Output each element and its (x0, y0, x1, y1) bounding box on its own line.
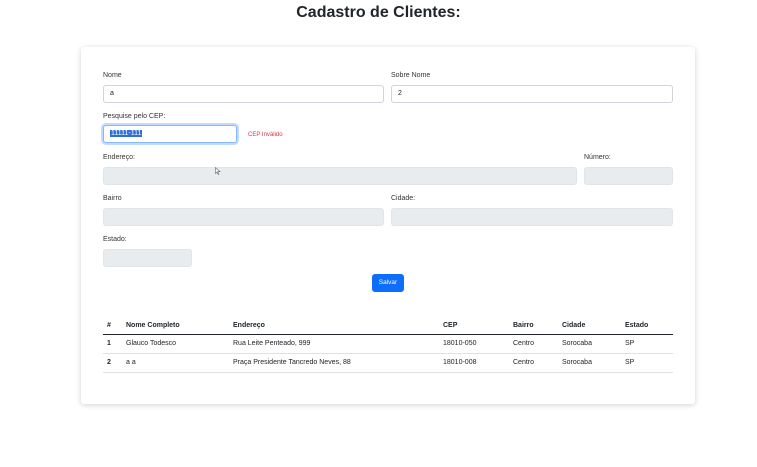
endereco-label: Endereço: (103, 154, 135, 161)
cell-endereco: Praça Presidente Tancredo Neves, 88 (229, 353, 439, 373)
save-button[interactable]: Salvar (372, 274, 404, 292)
cell-endereco: Rua Leite Penteado, 999 (229, 334, 439, 354)
clients-table: # Nome Completo Endereço CEP Bairro Cida… (103, 318, 673, 373)
endereco-input[interactable] (103, 167, 577, 185)
cell-estado: SP (621, 334, 673, 354)
cell-index: 2 (103, 353, 122, 373)
table-row: 2 a a Praça Presidente Tancredo Neves, 8… (103, 353, 673, 373)
col-header-bairro: Bairro (509, 318, 558, 335)
table-row: 1 Glauco Todesco Rua Leite Penteado, 999… (103, 334, 673, 354)
mouse-pointer-icon (215, 167, 221, 175)
col-header-cep: CEP (439, 318, 509, 335)
cell-bairro: Centro (509, 334, 558, 354)
cell-cidade: Sorocaba (558, 334, 621, 354)
sobrenome-input[interactable]: 2 (391, 85, 673, 103)
cidade-label: Cidade: (391, 195, 416, 202)
cell-cidade: Sorocaba (558, 353, 621, 373)
cep-label: Pesquise pelo CEP: (103, 113, 166, 120)
cell-cep: 18010-050 (439, 334, 509, 354)
cep-error-message: CEP Inválido (248, 132, 283, 138)
col-header-nome: Nome Completo (122, 318, 229, 335)
col-header-estado: Estado (621, 318, 673, 335)
client-form-card: Nome a Sobre Nome 2 Pesquise pelo CEP: 1… (81, 47, 695, 404)
cidade-input[interactable] (391, 208, 673, 226)
numero-input[interactable] (584, 167, 673, 185)
table-header-row: # Nome Completo Endereço CEP Bairro Cida… (103, 318, 673, 335)
cell-estado: SP (621, 353, 673, 373)
nome-input[interactable]: a (103, 85, 384, 103)
estado-input[interactable] (103, 249, 192, 267)
nome-label: Nome (103, 72, 122, 79)
estado-label: Estado: (103, 236, 127, 243)
col-header-endereco: Endereço (229, 318, 439, 335)
cell-index: 1 (103, 334, 122, 354)
cell-nome: a a (122, 353, 229, 373)
bairro-label: Bairro (103, 195, 122, 202)
cell-nome: Glauco Todesco (122, 334, 229, 354)
cep-input[interactable]: 11111-111 (103, 125, 237, 143)
col-header-cidade: Cidade (558, 318, 621, 335)
col-header-index: # (103, 318, 122, 335)
sobrenome-label: Sobre Nome (391, 72, 431, 79)
cell-cep: 18010-008 (439, 353, 509, 373)
bairro-input[interactable] (103, 208, 384, 226)
numero-label: Número: (584, 154, 611, 161)
cep-input-value: 11111-111 (110, 130, 143, 137)
cell-bairro: Centro (509, 353, 558, 373)
page-title: Cadastro de Clientes: (296, 4, 461, 21)
